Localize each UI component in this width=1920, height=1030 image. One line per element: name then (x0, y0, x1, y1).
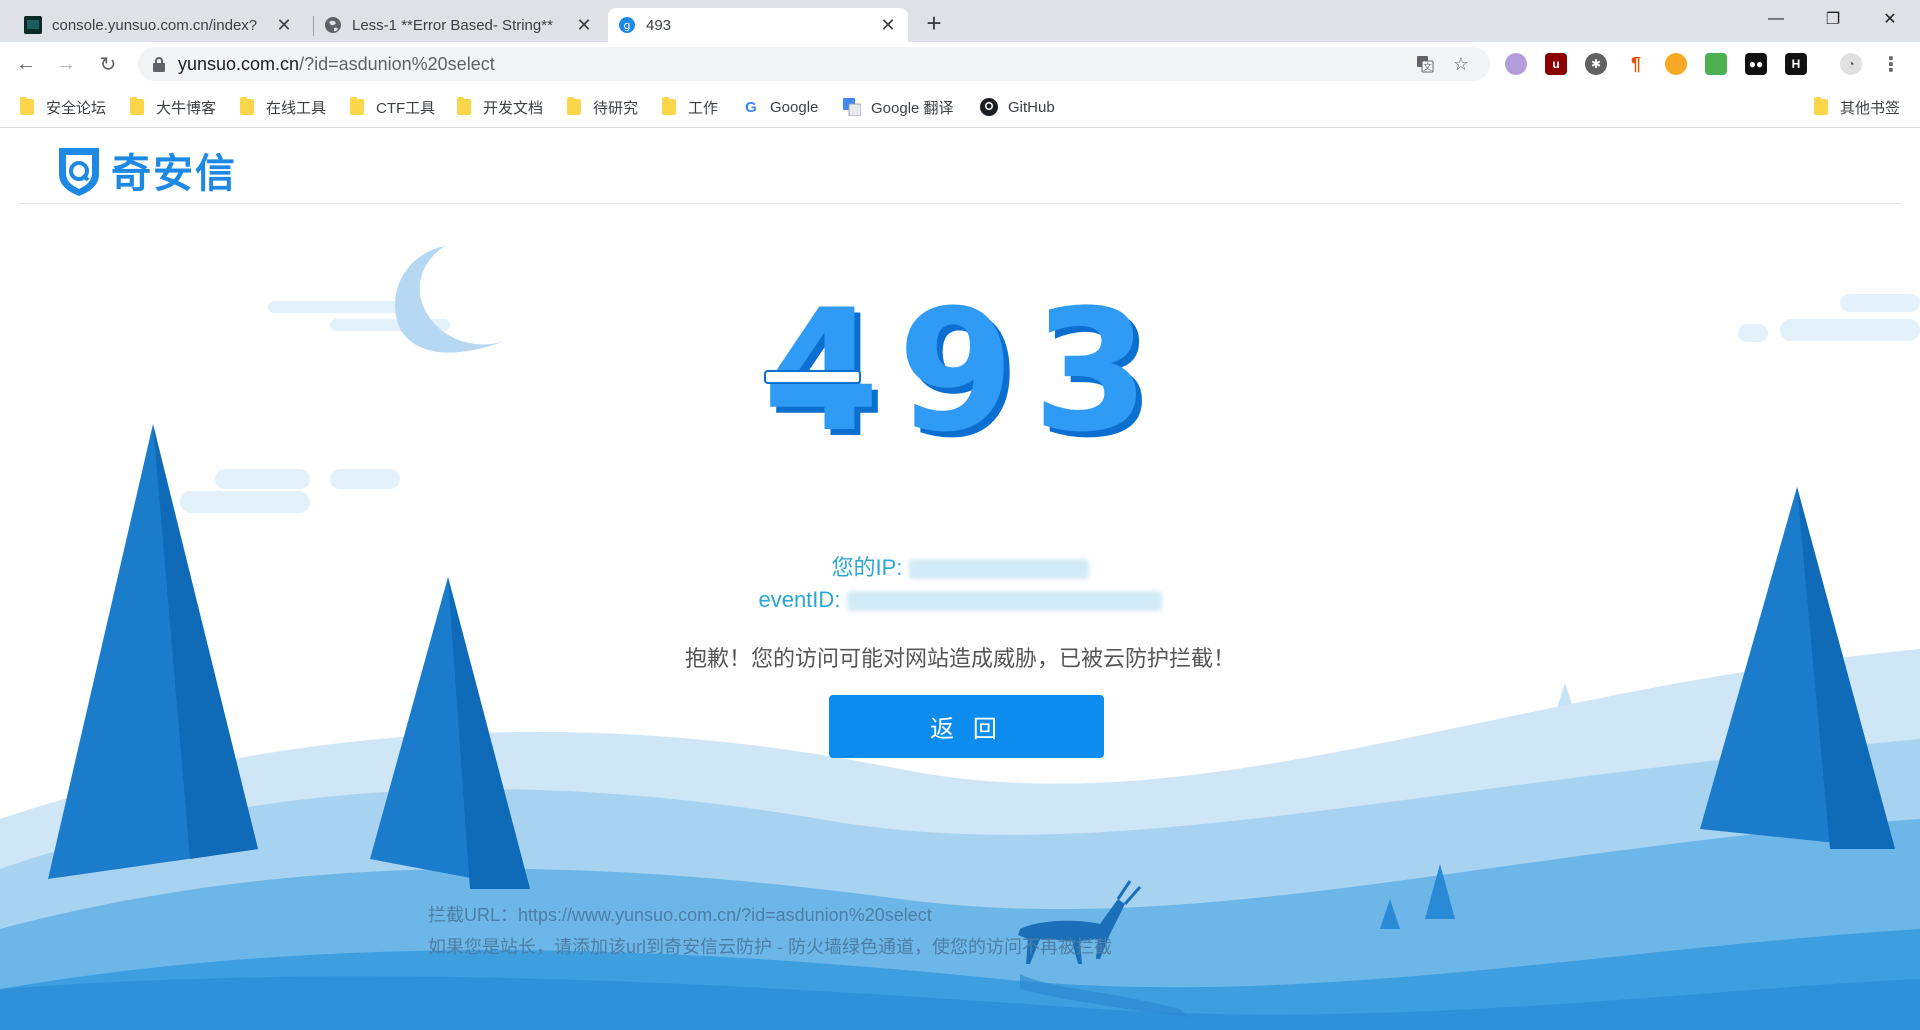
browser-toolbar: ← → ↻ yunsuo.com.cn/?id=asdunion%20selec… (0, 42, 1920, 86)
back-button[interactable]: 返 回 (829, 695, 1104, 758)
tab-493[interactable]: g 493 ✕ (608, 8, 908, 42)
header-divider (20, 203, 1900, 204)
close-tab-icon[interactable]: ✕ (574, 15, 594, 35)
bookmark-label: 开发文档 (483, 99, 544, 117)
bookmark-label: 待研究 (593, 99, 639, 117)
tab-title: Less-1 **Error Based- String** (352, 16, 553, 34)
minimize-button[interactable]: — (1759, 6, 1793, 32)
bookmark-label: 安全论坛 (46, 99, 107, 117)
google-icon: G (745, 98, 757, 116)
google-translate-icon (843, 98, 861, 116)
translate-icon[interactable]: 文 (1414, 53, 1436, 75)
lock-icon (153, 57, 165, 72)
terminal-icon (24, 16, 42, 34)
bookmark-label: 其他书签 (1840, 99, 1901, 117)
hackbar-icon[interactable]: H (1785, 53, 1807, 75)
ip-info: 您的IP: (0, 550, 1920, 582)
event-id-label: eventID: (758, 587, 841, 612)
github-icon (980, 98, 998, 116)
bookmark-google[interactable]: G Google (742, 96, 818, 118)
globe-icon (324, 16, 342, 34)
shield-logo-icon (59, 148, 99, 196)
bookmark-label: Google (770, 98, 819, 116)
profile-avatar-icon[interactable]: ◔ (1840, 53, 1862, 75)
folder-icon (130, 97, 144, 115)
block-page: 奇安信 493 493 您的IP: eventID: 抱歉！您的访问可能对网站造… (0, 129, 1920, 1030)
folder-icon (567, 97, 581, 115)
webmaster-hint: 如果您是站长，请添加该url到奇安信云防护 - 防火墙绿色通道，使您的访问不再被… (428, 937, 1112, 957)
tab-less1[interactable]: Less-1 **Error Based- String** ✕ (314, 8, 604, 42)
error-code-text: 493 (763, 279, 1168, 439)
bookmark-google-translate[interactable]: Google 翻译 (843, 96, 954, 118)
bookmarks-bar: 安全论坛 大牛博客 在线工具 CTF工具 开发文档 待研究 工作 G Google… (0, 86, 1920, 128)
bookmark-label: 大牛博客 (156, 99, 217, 117)
close-window-button[interactable]: ✕ (1873, 6, 1907, 32)
svg-text:g: g (624, 19, 631, 32)
address-bar[interactable]: yunsuo.com.cn/?id=asdunion%20select 文 ☆ (138, 47, 1490, 81)
event-id-redacted (846, 591, 1162, 612)
close-tab-icon[interactable]: ✕ (274, 15, 294, 35)
ip-label: 您的IP: (831, 555, 903, 580)
tab-strip: console.yunsuo.com.cn/index? ✕ Less-1 **… (0, 0, 1920, 42)
yunsuo-icon: g (618, 16, 636, 34)
moon-shape (395, 246, 505, 353)
ip-redacted (908, 559, 1089, 580)
bookmark-label: 在线工具 (266, 99, 327, 117)
bookmark-folder[interactable]: 工作 (662, 96, 718, 118)
close-tab-icon[interactable]: ✕ (878, 15, 898, 35)
other-bookmarks-folder[interactable]: 其他书签 (1814, 96, 1900, 118)
forward-arrow-icon[interactable]: → (52, 50, 80, 78)
bookmark-folder[interactable]: CTF工具 (350, 96, 435, 118)
extension-purple-icon[interactable] (1505, 53, 1527, 75)
bookmark-label: CTF工具 (376, 99, 436, 117)
bookmark-folder[interactable]: 在线工具 (240, 96, 326, 118)
bookmark-label: 工作 (688, 99, 719, 117)
bookmark-folder[interactable]: 大牛博客 (130, 96, 216, 118)
logo-text: 奇安信 (111, 152, 237, 196)
bookmark-label: GitHub (1008, 98, 1055, 116)
bookmark-label: Google 翻译 (871, 99, 954, 117)
cookie-icon[interactable] (1665, 53, 1687, 75)
tab-title: 493 (646, 16, 672, 34)
tampermonkey-icon[interactable]: ●● (1745, 53, 1767, 75)
bookmark-github[interactable]: GitHub (980, 96, 1055, 118)
gear-extension-icon[interactable]: ✱ (1585, 53, 1607, 75)
intercepted-url: 拦截URL：https://www.yunsuo.com.cn/?id=asdu… (428, 905, 932, 925)
printer-extension-icon[interactable] (1705, 53, 1727, 75)
back-arrow-icon[interactable]: ← (12, 50, 40, 78)
svg-text:文: 文 (1423, 61, 1432, 73)
new-tab-button[interactable]: + (920, 10, 948, 38)
folder-icon (662, 97, 676, 115)
error-code-graphic: 493 493 (763, 279, 1168, 439)
block-message: 抱歉！您的访问可能对网站造成威胁，已被云防护拦截！ (684, 646, 1235, 671)
url-text: yunsuo.com.cn/?id=asdunion%20select (178, 54, 495, 75)
ublock-icon[interactable]: u (1545, 53, 1567, 75)
bookmark-folder[interactable]: 待研究 (567, 96, 638, 118)
reload-icon[interactable]: ↻ (94, 50, 122, 78)
qianxin-logo: 奇安信 (55, 141, 237, 199)
restore-button[interactable]: ❐ (1816, 6, 1850, 32)
tab-console[interactable]: console.yunsuo.com.cn/index? ✕ (14, 8, 304, 42)
url-path: /?id=asdunion%20select (299, 54, 495, 74)
folder-icon (240, 97, 254, 115)
bookmark-star-icon[interactable]: ☆ (1450, 53, 1472, 75)
pilcrow-extension-icon[interactable]: ¶ (1625, 53, 1647, 75)
event-info: eventID: (0, 587, 1920, 613)
folder-icon (350, 97, 364, 115)
bookmark-folder[interactable]: 安全论坛 (20, 96, 106, 118)
tab-title: console.yunsuo.com.cn/index? (52, 16, 258, 34)
url-host: yunsuo.com.cn (178, 54, 300, 74)
menu-dots-icon[interactable]: ⋮ (1880, 53, 1902, 76)
folder-icon (457, 97, 471, 115)
bookmark-folder[interactable]: 开发文档 (457, 96, 543, 118)
folder-icon (20, 97, 34, 115)
folder-icon (1814, 97, 1828, 115)
